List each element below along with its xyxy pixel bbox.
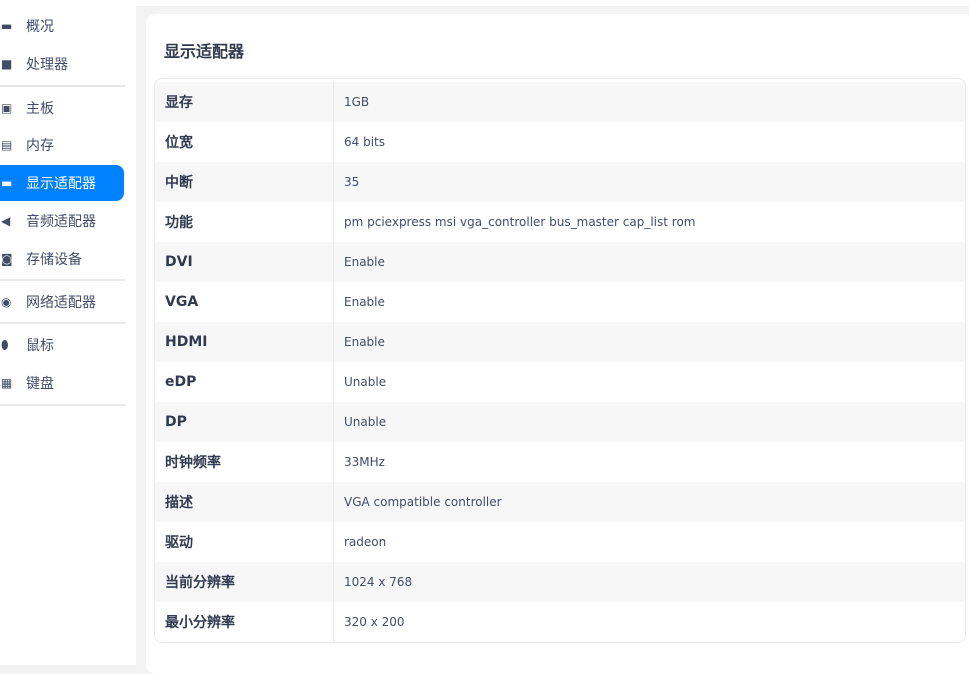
row-key: 时钟频率 [155,442,334,482]
sidebar: ▬ 概况 ■ 处理器 ▣ 主板 ▤ 内存 ▬ 显示适配器 ◀ 音频适配器 ◙ 存储设备 ◉ 网络… [0,0,136,665]
sidebar-item-label: 网络适配器 [26,295,96,311]
sidebar-item-label: 内存 [26,138,54,154]
sidebar-item-label: 键盘 [26,376,54,392]
keyboard-icon: ▦ [1,376,13,390]
sidebar-item-keyboard[interactable]: ▦ 键盘 [0,365,124,401]
row-key: 位宽 [155,122,334,162]
page-title: 显示适配器 [164,42,245,61]
table-row: 位宽 64 bits [155,122,965,162]
sidebar-item-mouse[interactable]: ⬮ 鼠标 [0,327,124,363]
table-row: 时钟频率 33MHz [155,442,965,482]
sidebar-item-label: 处理器 [26,57,68,73]
row-key: 当前分辨率 [155,562,334,602]
cpu-icon: ■ [1,57,13,71]
row-value: 320 x 200 [344,615,405,629]
sidebar-item-display[interactable]: ▬ 显示适配器 [0,165,124,201]
table-row: DP Unable [155,402,965,442]
row-key: eDP [155,362,334,402]
sidebar-item-label: 鼠标 [26,338,54,354]
row-value: 64 bits [344,135,385,149]
row-value: Enable [344,335,385,349]
sidebar-item-label: 音频适配器 [26,214,96,230]
row-value: Unable [344,375,387,389]
table-row: 描述 VGA compatible controller [155,482,965,522]
sidebar-item-memory[interactable]: ▤ 内存 [0,127,124,163]
table-row: 最小分辨率 320 x 200 [155,602,965,642]
row-key: DP [155,402,334,442]
row-value: 1024 x 768 [344,575,413,589]
row-key: VGA [155,282,334,322]
row-value: Enable [344,295,385,309]
divider [0,404,125,406]
sidebar-item-label: 存储设备 [26,252,82,268]
sidebar-item-storage[interactable]: ◙ 存储设备 [0,241,124,277]
sidebar-item-network[interactable]: ◉ 网络适配器 [0,284,124,320]
row-key: 功能 [155,202,334,242]
sidebar-item-label: 显示适配器 [26,176,96,192]
row-value: radeon [344,535,387,549]
computer-icon: ▬ [1,19,13,33]
row-key: 中断 [155,162,334,202]
disk-icon: ◙ [1,252,13,266]
row-key: 显存 [155,82,334,122]
table-row: DVI Enable [155,242,965,282]
row-value: 33MHz [344,455,385,469]
row-key: 最小分辨率 [155,602,334,642]
sidebar-item-audio[interactable]: ◀ 音频适配器 [0,203,124,239]
row-key: HDMI [155,322,334,362]
motherboard-icon: ▣ [1,101,13,115]
sidebar-item-cpu[interactable]: ■ 处理器 [0,46,124,82]
network-icon: ◉ [1,295,12,309]
row-key: DVI [155,242,334,282]
info-table: 显存 1GB 位宽 64 bits 中断 35 功能 pm pciexpress msi vg… [154,78,966,643]
row-value: Enable [344,255,385,269]
divider [0,279,125,281]
row-key: 驱动 [155,522,334,562]
table-row: VGA Enable [155,282,965,322]
sidebar-item-overview[interactable]: ▬ 概况 [0,8,124,44]
table-row: 功能 pm pciexpress msi vga_controller bus_m… [155,202,965,242]
table-row: 当前分辨率 1024 x 768 [155,562,965,602]
row-value: pm pciexpress msi vga_controller bus_mas… [344,215,696,229]
table-row: eDP Unable [155,362,965,402]
table-row: 显存 1GB [155,82,965,122]
row-value: VGA compatible controller [344,495,502,509]
top-bar [136,0,969,6]
table-row: 驱动 radeon [155,522,965,562]
row-value: 1GB [344,95,370,109]
mouse-icon: ⬮ [1,338,9,352]
table-row: 中断 35 [155,162,965,202]
display-icon: ▬ [1,176,13,190]
sidebar-item-label: 主板 [26,101,54,117]
divider [0,85,125,87]
memory-icon: ▤ [1,138,13,152]
detail-card: 显示适配器 显存 1GB 位宽 64 bits 中断 35 功能 pm pciexpress … [146,14,969,674]
speaker-icon: ◀ [1,214,11,228]
row-value: 35 [344,175,360,189]
row-key: 描述 [155,482,334,522]
sidebar-item-label: 概况 [26,19,54,35]
sidebar-item-motherboard[interactable]: ▣ 主板 [0,90,124,126]
divider [0,322,125,324]
row-value: Unable [344,415,387,429]
table-row: HDMI Enable [155,322,965,362]
